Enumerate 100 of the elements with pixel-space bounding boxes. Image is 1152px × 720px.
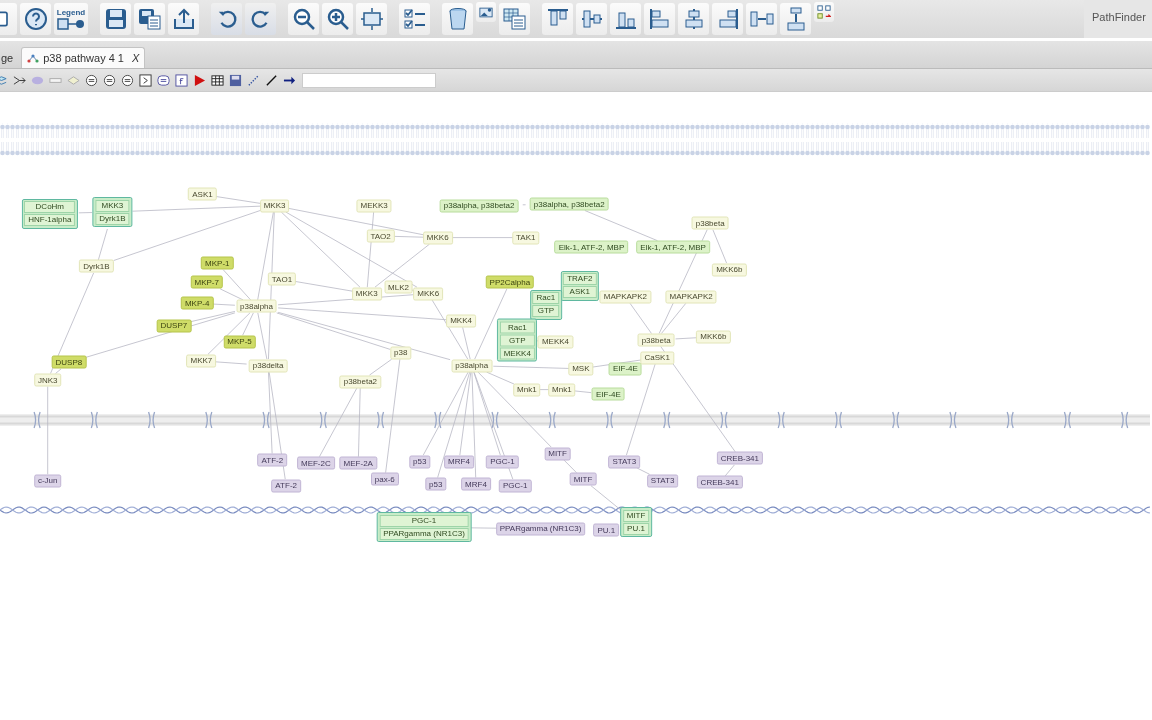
chevron-icon[interactable]	[138, 73, 152, 87]
distribute-vertical-icon[interactable]	[780, 3, 811, 35]
protein-node[interactable]: p38beta	[691, 216, 729, 230]
gene-node[interactable]: STAT3	[608, 455, 641, 469]
protein-node[interactable]: MKK3	[351, 287, 382, 301]
protein-node[interactable]: p38	[390, 346, 412, 360]
protein-node[interactable]: Dyrk1B	[79, 259, 114, 273]
circle-icon[interactable]	[84, 73, 98, 87]
fit-screen-icon[interactable]	[356, 3, 387, 35]
protein-node[interactable]: TAO1	[267, 272, 297, 286]
protein-node[interactable]: JNK3	[33, 373, 62, 387]
protein-node[interactable]: Mnk1	[548, 383, 576, 397]
gene-node[interactable]: MRF4	[461, 477, 491, 491]
legend-button[interactable]: Legend	[54, 3, 88, 35]
gene-node[interactable]: PGC-1	[486, 455, 519, 469]
protein-node[interactable]: ASK1	[188, 187, 217, 201]
gene-node[interactable]: pax-6	[370, 472, 399, 486]
gene-node[interactable]: PU.1	[593, 523, 620, 537]
gene-node[interactable]: MITF	[569, 472, 597, 486]
circle-icon[interactable]	[120, 73, 134, 87]
align-left-icon[interactable]	[644, 3, 675, 35]
tab[interactable]: ge	[0, 48, 22, 68]
protein-node[interactable]: MKK7	[186, 354, 217, 368]
image-icon[interactable]	[476, 2, 496, 22]
gene-node[interactable]: p53	[425, 477, 447, 491]
complex-node[interactable]: Rac1 GTP	[530, 289, 562, 320]
align-right-icon[interactable]	[712, 3, 743, 35]
protein-node[interactable]: MLK2	[384, 280, 413, 294]
protein-node[interactable]: MEKK3	[356, 199, 392, 213]
line-icon[interactable]	[264, 73, 278, 87]
gene-node[interactable]: ATF-2	[257, 453, 288, 467]
protein-node[interactable]: PP2Calpha	[485, 275, 535, 289]
frame-icon[interactable]	[174, 73, 188, 87]
protein-node[interactable]: MAPKAPK2	[599, 290, 651, 304]
protein-node[interactable]: EIF-4E	[592, 387, 625, 401]
trash-icon[interactable]	[442, 3, 473, 35]
close-tab-button[interactable]: X	[132, 52, 140, 64]
protein-node[interactable]: p38beta	[637, 333, 675, 347]
gene-node[interactable]: c-Jun	[33, 474, 62, 488]
gene-node[interactable]: p53	[409, 455, 431, 469]
protein-node[interactable]: Elk-1, ATF-2, MBP	[636, 240, 710, 254]
protein-node[interactable]: MKK6b	[712, 263, 747, 277]
protein-node[interactable]: MKK6b	[696, 330, 731, 344]
circle-icon[interactable]	[102, 73, 116, 87]
protein-node[interactable]: p38alpha, p38beta2	[439, 199, 519, 213]
protein-node[interactable]: TAK1	[512, 231, 540, 245]
table-copy-icon[interactable]	[499, 3, 530, 35]
protein-node[interactable]: MSK	[568, 362, 594, 376]
protein-node[interactable]: MAPKAPK2	[665, 290, 717, 304]
protein-node[interactable]: MEKK4	[537, 335, 573, 349]
protein-node[interactable]: MKK3	[259, 199, 290, 213]
tab[interactable]: p38 pathway 4 1 X	[21, 47, 146, 68]
gene-node[interactable]: MRF4	[444, 455, 474, 469]
protein-node[interactable]: Elk-1, ATF-2, MBP	[554, 240, 629, 254]
complex-node[interactable]: PGC-1 PPARgamma (NR1C3)	[376, 512, 472, 543]
complex-node[interactable]: MKK3 Dyrk1B	[92, 197, 132, 227]
protein-node[interactable]: p38beta2	[339, 375, 382, 389]
gene-node[interactable]: PGC-1	[498, 479, 532, 493]
redo-icon[interactable]	[245, 3, 276, 35]
protein-node[interactable]: MKK4	[446, 314, 476, 328]
align-center-icon[interactable]	[678, 3, 709, 35]
layout-icon[interactable]	[814, 2, 834, 22]
protein-node[interactable]: MKP-4	[180, 296, 214, 310]
dotted-line-icon[interactable]	[246, 73, 260, 87]
protein-node[interactable]: EIF-4E	[608, 362, 642, 376]
protein-node[interactable]: p38alpha, p38beta2	[529, 197, 609, 211]
gene-node[interactable]: PPARgamma (NR1C3)	[495, 522, 586, 536]
align-bottom-icon[interactable]	[610, 3, 641, 35]
zoom-in-icon[interactable]	[322, 3, 353, 35]
protein-node[interactable]: MKK6	[422, 231, 453, 245]
fork-icon[interactable]	[12, 73, 26, 87]
align-top-icon[interactable]	[542, 3, 573, 35]
gene-node[interactable]: ATF-2	[271, 479, 301, 493]
complex-node[interactable]: Rac1 GTP MEKK4	[497, 318, 538, 362]
protein-node[interactable]: DUSP8	[51, 355, 87, 369]
play-icon[interactable]	[192, 73, 206, 87]
gene-node[interactable]: STAT3	[646, 474, 679, 488]
protein-node[interactable]: MKP-5	[223, 335, 256, 349]
gene-node[interactable]: CREB-341	[696, 475, 743, 489]
undo-icon[interactable]	[211, 3, 242, 35]
align-middle-icon[interactable]	[576, 3, 607, 35]
gene-node[interactable]: MITF	[544, 447, 571, 461]
protein-node[interactable]: p38alpha	[236, 299, 277, 313]
distribute-horizontal-icon[interactable]	[746, 3, 777, 35]
help-button[interactable]	[20, 3, 51, 35]
protein-node[interactable]: MKP-1	[201, 256, 234, 270]
save-icon[interactable]	[100, 3, 131, 35]
protein-node[interactable]: p38alpha	[451, 359, 493, 373]
gene-node[interactable]: CREB-341	[716, 451, 763, 465]
protein-node[interactable]: MKP-7	[190, 275, 223, 289]
input-field[interactable]	[302, 72, 436, 88]
protein-node[interactable]: CaSK1	[640, 351, 674, 365]
protein-node[interactable]: p38delta	[248, 359, 288, 373]
zoom-out-icon[interactable]	[288, 3, 319, 35]
save-copy-icon[interactable]	[134, 3, 165, 35]
protein-node[interactable]: TAO2	[366, 229, 395, 243]
gene-node[interactable]: MEF-2A	[339, 456, 377, 470]
rounded-rectangle-icon[interactable]	[156, 73, 170, 87]
protein-node[interactable]: MKK6	[413, 287, 444, 301]
checklist-icon[interactable]	[399, 3, 430, 35]
